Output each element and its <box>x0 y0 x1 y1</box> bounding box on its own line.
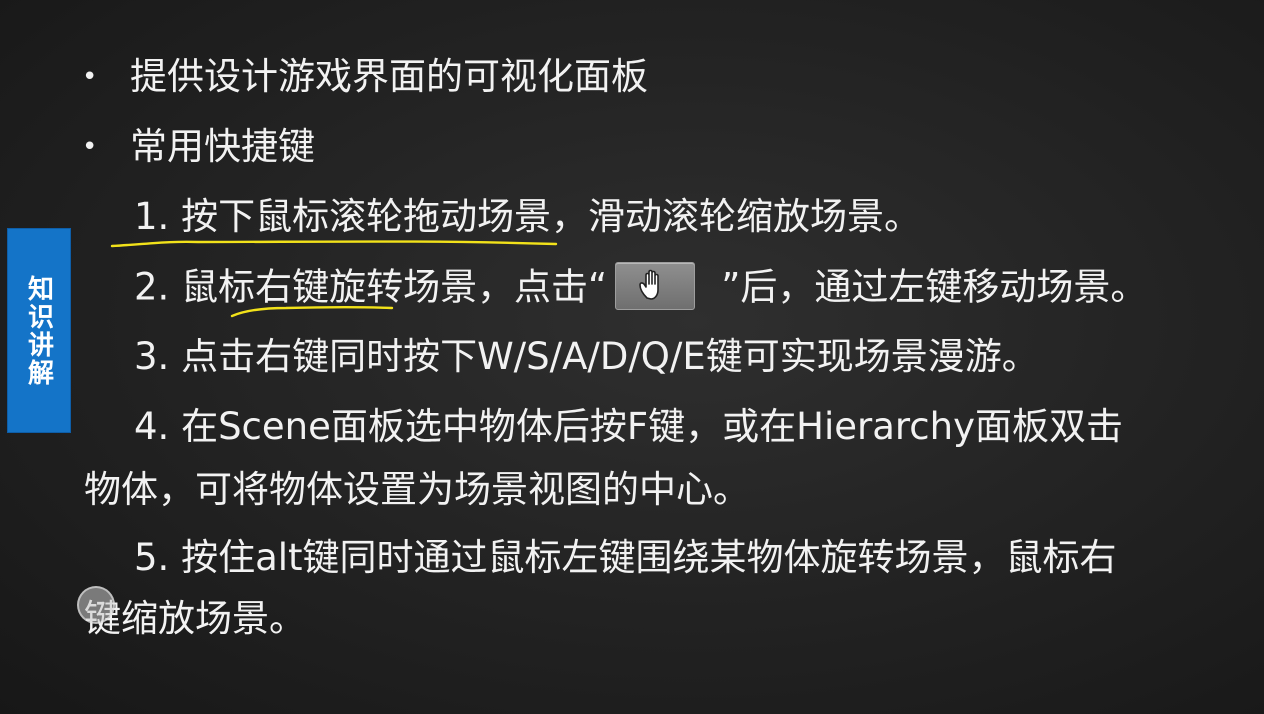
bullet-shortcuts: 常用快捷键 <box>130 125 315 168</box>
bullet-visual-panel: 提供设计游戏界面的可视化面板 <box>130 55 648 98</box>
shortcut-item-2-after: ”后，通过左键移动场景。 <box>721 265 1148 309</box>
bullet-dot: • <box>82 132 98 162</box>
slide: 知识讲解 • 提供设计游戏界面的可视化面板 • 常用快捷键 1. 按下鼠标滚轮拖… <box>0 0 1264 714</box>
shortcut-item-3: 3. 点击右键同时按下W/S/A/D/Q/E键可实现场景漫游。 <box>134 335 1039 378</box>
hand-tool-button <box>615 262 696 310</box>
knowledge-explanation-tab: 知识讲解 <box>7 228 71 433</box>
shortcut-item-5-line-1: 5. 按住alt键同时通过鼠标左键围绕某物体旋转场景，鼠标右 <box>134 536 1117 579</box>
side-tab-label: 知识讲解 <box>23 274 54 387</box>
shortcut-item-1: 1. 按下鼠标滚轮拖动场景，滑动滚轮缩放场景。 <box>134 195 922 238</box>
shortcut-item-4-line-1: 4. 在Scene面板选中物体后按F键，或在Hierarchy面板双击 <box>134 405 1123 448</box>
shortcut-item-4-line-2: 物体，可将物体设置为场景视图的中心。 <box>84 468 750 511</box>
shortcut-item-2-before: 2. 鼠标右键旋转场景，点击“ <box>134 265 608 309</box>
shortcut-item-2: 2. 鼠标右键旋转场景，点击“ ”后，通过左键移动场景。 <box>134 262 1148 313</box>
shortcut-item-5-line-2: 键缩放场景。 <box>84 597 306 640</box>
bullet-dot: • <box>82 62 98 92</box>
hand-tool-icon <box>639 269 660 300</box>
cursor-indicator <box>77 586 115 624</box>
